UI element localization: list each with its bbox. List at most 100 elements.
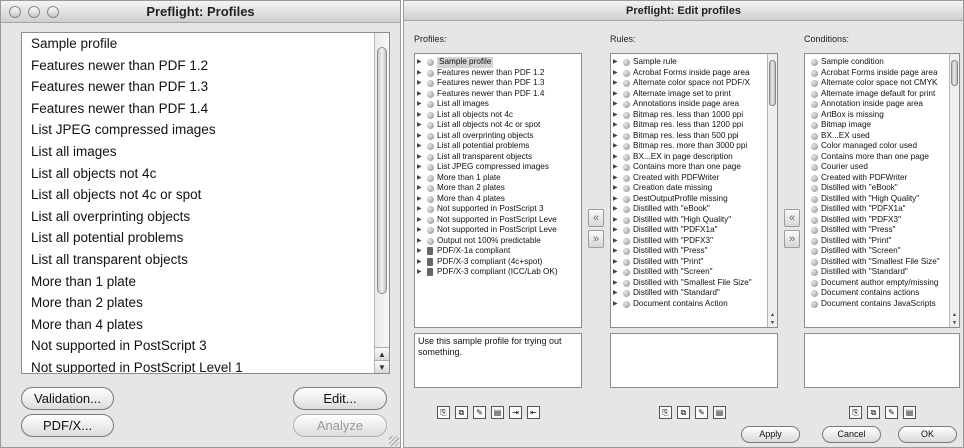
- duplicate-condition-icon[interactable]: ⧉: [867, 406, 880, 419]
- list-item[interactable]: Distilled with "eBook": [805, 183, 959, 194]
- list-item[interactable]: Distilled with "Screen": [805, 246, 959, 257]
- list-item[interactable]: Acrobat Forms inside page area: [805, 68, 959, 79]
- disclosure-triangle-icon[interactable]: ▶: [613, 99, 618, 110]
- disclosure-triangle-icon[interactable]: ▶: [417, 152, 422, 163]
- disclosure-triangle-icon[interactable]: ▶: [417, 68, 422, 79]
- list-item[interactable]: ▶ Bitmap res. less than 1000 ppi: [611, 110, 777, 121]
- list-item[interactable]: Contains more than one page: [805, 152, 959, 163]
- list-item[interactable]: ▶ List all images: [415, 99, 581, 110]
- conditions-list[interactable]: Sample condition Acrobat Forms inside pag…: [804, 53, 960, 328]
- list-item[interactable]: Not supported in PostScript Level 1: [22, 357, 389, 373]
- scroll-up-arrow-icon[interactable]: ▲: [768, 311, 777, 319]
- list-item[interactable]: ▶ List all objects not 4c: [415, 110, 581, 121]
- close-window-button[interactable]: [9, 6, 21, 18]
- profiles-list-scrollbar[interactable]: ▲ ▼: [374, 33, 389, 373]
- new-condition-icon[interactable]: ⎘: [849, 406, 862, 419]
- disclosure-triangle-icon[interactable]: ▶: [613, 299, 618, 310]
- scrollbar-thumb[interactable]: [769, 60, 776, 106]
- scroll-down-arrow-icon[interactable]: ▼: [375, 360, 389, 373]
- list-item[interactable]: Created with PDFWriter: [805, 173, 959, 184]
- list-item[interactable]: Annotation inside page area: [805, 99, 959, 110]
- pdfx-button[interactable]: PDF/X...: [21, 414, 114, 437]
- disclosure-triangle-icon[interactable]: ▶: [613, 110, 618, 121]
- list-item[interactable]: ▶ Sample profile: [415, 57, 581, 68]
- list-item[interactable]: Distilled with "Press": [805, 225, 959, 236]
- move-left-button[interactable]: «: [588, 209, 604, 227]
- disclosure-triangle-icon[interactable]: ▶: [613, 78, 618, 89]
- list-item[interactable]: ▶ Not supported in PostScript Leve: [415, 215, 581, 226]
- disclosure-triangle-icon[interactable]: ▶: [417, 183, 422, 194]
- conditions-list-scrollbar[interactable]: ▲ ▼: [949, 54, 959, 327]
- list-item[interactable]: More than 1 plate: [22, 271, 389, 293]
- list-item[interactable]: Alternate image default for print: [805, 89, 959, 100]
- list-item[interactable]: ▶ Distilled with "Screen": [611, 267, 777, 278]
- list-item[interactable]: List all overprinting objects: [22, 206, 389, 228]
- disclosure-triangle-icon[interactable]: ▶: [613, 89, 618, 100]
- list-item[interactable]: ▶ Features newer than PDF 1.4: [415, 89, 581, 100]
- list-item[interactable]: ▶ BX...EX in page description: [611, 152, 777, 163]
- disclosure-triangle-icon[interactable]: ▶: [417, 89, 422, 100]
- list-item[interactable]: ▶ More than 4 plates: [415, 194, 581, 205]
- export-icon[interactable]: ⇥: [509, 406, 522, 419]
- list-item[interactable]: Features newer than PDF 1.2: [22, 55, 389, 77]
- move-left-button-2[interactable]: «: [784, 209, 800, 227]
- list-item[interactable]: Bitmap image: [805, 120, 959, 131]
- delete-icon[interactable]: ▤: [491, 406, 504, 419]
- list-item[interactable]: Color managed color used: [805, 141, 959, 152]
- list-item[interactable]: ▶ PDF/X-3 compliant (4c+spot): [415, 257, 581, 268]
- new-rule-icon[interactable]: ⎘: [659, 406, 672, 419]
- list-item[interactable]: Sample condition: [805, 57, 959, 68]
- edit-rule-icon[interactable]: ✎: [695, 406, 708, 419]
- disclosure-triangle-icon[interactable]: ▶: [613, 68, 618, 79]
- disclosure-triangle-icon[interactable]: ▶: [613, 225, 618, 236]
- disclosure-triangle-icon[interactable]: ▶: [417, 225, 422, 236]
- list-item[interactable]: ▶ Not supported in PostScript Leve: [415, 225, 581, 236]
- condition-description-field[interactable]: [804, 333, 960, 388]
- list-item[interactable]: List all objects not 4c: [22, 163, 389, 185]
- disclosure-triangle-icon[interactable]: ▶: [417, 110, 422, 121]
- scroll-up-arrow-icon[interactable]: ▲: [375, 347, 389, 360]
- list-item[interactable]: List all transparent objects: [22, 249, 389, 271]
- list-item[interactable]: ▶ Acrobat Forms inside page area: [611, 68, 777, 79]
- list-item[interactable]: List all objects not 4c or spot: [22, 184, 389, 206]
- scrollbar-thumb[interactable]: [377, 47, 387, 294]
- list-item[interactable]: ▶ Contains more than one page: [611, 162, 777, 173]
- list-item[interactable]: ▶ Alternate color space not PDF/X: [611, 78, 777, 89]
- list-item[interactable]: ▶ Output not 100% predictable: [415, 236, 581, 247]
- profiles-window-titlebar[interactable]: Preflight: Profiles: [1, 1, 400, 23]
- list-item[interactable]: Distilled with "High Quality": [805, 194, 959, 205]
- list-item[interactable]: ▶ List all overprinting objects: [415, 131, 581, 142]
- disclosure-triangle-icon[interactable]: ▶: [417, 99, 422, 110]
- list-item[interactable]: ▶ Created with PDFWriter: [611, 173, 777, 184]
- list-item[interactable]: ▶ Sample rule: [611, 57, 777, 68]
- list-item[interactable]: Distilled with "Standard": [805, 267, 959, 278]
- list-item[interactable]: Document contains actions: [805, 288, 959, 299]
- move-right-button-2[interactable]: »: [784, 230, 800, 248]
- disclosure-triangle-icon[interactable]: ▶: [417, 162, 422, 173]
- analyze-button[interactable]: Analyze: [293, 414, 387, 437]
- disclosure-triangle-icon[interactable]: ▶: [613, 194, 618, 205]
- list-item[interactable]: ▶ Distilled with "High Quality": [611, 215, 777, 226]
- list-item[interactable]: ▶ List JPEG compressed images: [415, 162, 581, 173]
- list-item[interactable]: ▶ Features newer than PDF 1.2: [415, 68, 581, 79]
- validation-button[interactable]: Validation...: [21, 387, 114, 410]
- disclosure-triangle-icon[interactable]: ▶: [417, 267, 422, 278]
- disclosure-triangle-icon[interactable]: ▶: [613, 162, 618, 173]
- list-item[interactable]: Document author empty/missing: [805, 278, 959, 289]
- disclosure-triangle-icon[interactable]: ▶: [613, 141, 618, 152]
- list-item[interactable]: ▶ Features newer than PDF 1.3: [415, 78, 581, 89]
- list-item[interactable]: More than 2 plates: [22, 292, 389, 314]
- disclosure-triangle-icon[interactable]: ▶: [613, 131, 618, 142]
- list-item[interactable]: ▶ Creation date missing: [611, 183, 777, 194]
- list-item[interactable]: ▶ PDF/X-1a compliant: [415, 246, 581, 257]
- list-item[interactable]: Distilled with "PDFX1a": [805, 204, 959, 215]
- list-item[interactable]: ArtBox is missing: [805, 110, 959, 121]
- list-item[interactable]: List JPEG compressed images: [22, 119, 389, 141]
- rules-list-scrollbar[interactable]: ▲ ▼: [767, 54, 777, 327]
- list-item[interactable]: Document contains JavaScripts: [805, 299, 959, 310]
- disclosure-triangle-icon[interactable]: ▶: [417, 78, 422, 89]
- list-item[interactable]: Distilled with "Print": [805, 236, 959, 247]
- move-right-button[interactable]: »: [588, 230, 604, 248]
- new-document-icon[interactable]: ⎘: [437, 406, 450, 419]
- duplicate-icon[interactable]: ⧉: [455, 406, 468, 419]
